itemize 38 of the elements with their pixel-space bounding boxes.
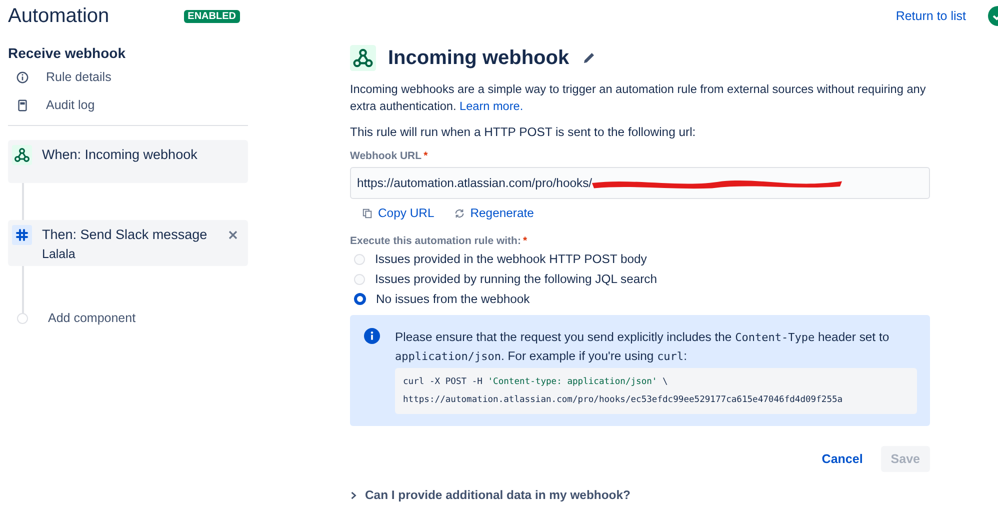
cancel-button[interactable]: Cancel xyxy=(812,446,873,472)
return-link[interactable]: Return to list xyxy=(896,9,966,23)
component-subtitle: Lalala xyxy=(42,246,76,263)
field-label: Webhook URL * xyxy=(350,150,429,162)
sidebar-item[interactable]: Rule details xyxy=(8,63,248,91)
radio-button[interactable] xyxy=(354,293,366,305)
panel-title: Incoming webhook xyxy=(388,46,570,70)
rule-name: Receive webhook xyxy=(8,45,126,63)
info-icon xyxy=(364,328,380,344)
refresh-icon xyxy=(454,208,466,218)
url-field[interactable]: https://automation.atlassian.com/pro/hooks/ xyxy=(350,167,930,199)
rule-component-card[interactable]: Then: Send Slack message Lalala xyxy=(8,220,248,266)
instruction-text: This rule will run when a HTTP POST is sent to the following url: xyxy=(350,125,697,139)
webhook-icon xyxy=(350,45,376,71)
status-lozenge: ENABLED xyxy=(184,10,240,22)
radio-label[interactable]: Issues provided in the webhook HTTP POST body xyxy=(375,252,647,266)
info-text: Please ensure that the request you send explicitly includes the Content-Type header set to application/json. For example if you're using curl: xyxy=(395,329,890,365)
page-title: Automation xyxy=(8,4,110,28)
copy-icon xyxy=(362,208,373,218)
description-text: Incoming webhooks are a simple way to trigger an automation rule from external sources without requiring any extra authentication. Learn more. xyxy=(350,81,927,115)
close-icon[interactable] xyxy=(228,230,238,240)
faq-expander[interactable]: Can I provide additional data in my webhook? xyxy=(350,488,930,502)
info-icon xyxy=(16,70,29,84)
hash-icon xyxy=(12,225,32,245)
add-component-link[interactable]: Add component xyxy=(48,311,136,325)
code-block: curl -X POST -H 'Content-type: application/json' \ https://automation.atlassian.com/pro/hooks/ec53efdc99ee529177ca615e47046fd4d09f255a xyxy=(395,368,917,414)
rule-component-card[interactable]: When: Incoming webhook xyxy=(8,140,248,183)
component-title: When: Incoming webhook xyxy=(42,146,198,164)
url-action-link[interactable]: Copy URL xyxy=(362,206,434,220)
radio-label[interactable]: No issues from the webhook xyxy=(376,292,530,306)
url-action-link[interactable]: Regenerate xyxy=(454,206,534,220)
webhook-icon xyxy=(12,145,32,165)
radio-label[interactable]: Issues provided by running the following JQL search xyxy=(375,272,658,286)
document-icon xyxy=(16,98,29,112)
sidebar-item[interactable]: Audit log xyxy=(8,91,248,119)
component-title: Then: Send Slack message xyxy=(42,226,208,244)
field-label: Execute this automation rule with: * xyxy=(350,235,528,247)
learn-more-link[interactable]: Learn more. xyxy=(460,99,524,113)
